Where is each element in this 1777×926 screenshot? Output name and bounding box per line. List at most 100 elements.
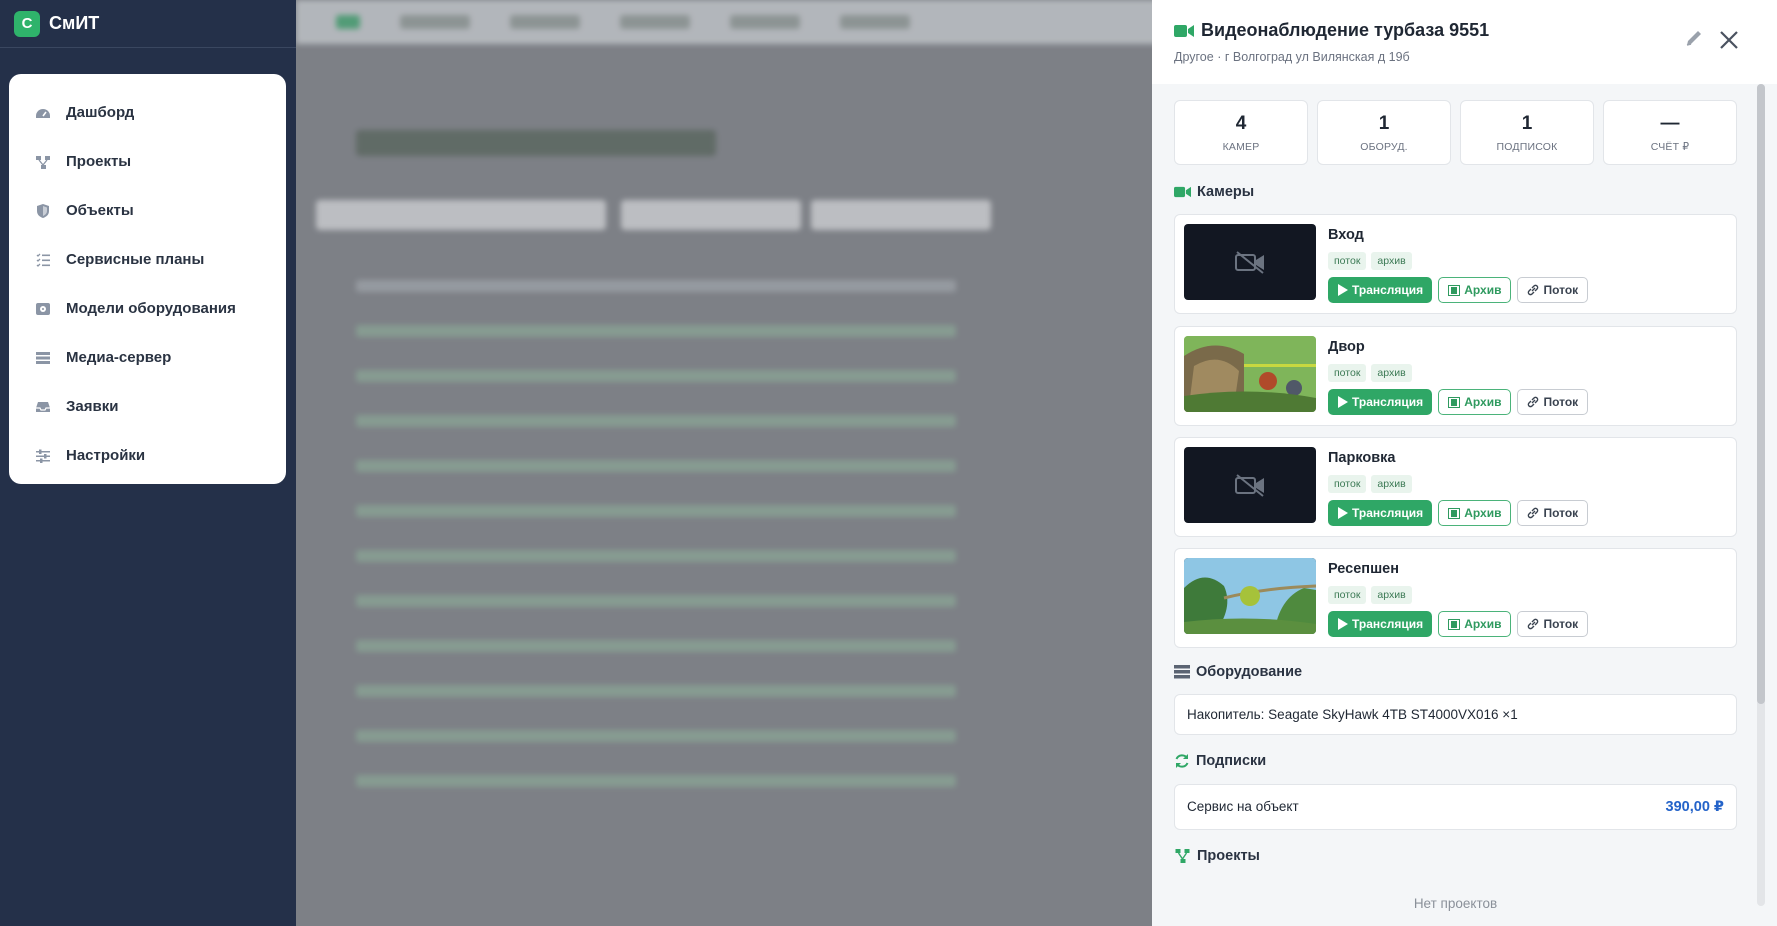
stream-button[interactable]: Поток (1517, 277, 1589, 303)
sidebar-item-label: Объекты (66, 202, 134, 219)
subscription-item: Сервис на объект 390,00 ₽ (1174, 784, 1737, 830)
archive-button[interactable]: Архив (1438, 389, 1512, 415)
button-label: Архив (1464, 395, 1502, 409)
sidebar-item-label: Медиа-сервер (66, 349, 172, 366)
camera-preview-empty[interactable] (1184, 224, 1316, 300)
stat-cameras: 4 КАМЕР (1174, 100, 1308, 165)
sidebar-item-equipment-models[interactable]: Модели оборудования (9, 284, 286, 333)
sidebar-item-media-server[interactable]: Медиа-сервер (9, 333, 286, 382)
subscription-name: Сервис на объект (1187, 799, 1299, 814)
stream-button[interactable]: Поток (1517, 611, 1589, 637)
stats-row: 4 КАМЕР 1 ОБОРУД. 1 ПОДПИСОК — СЧЁТ ₽ (1174, 100, 1737, 165)
app-logo: С (14, 10, 40, 37)
blurred-row (356, 370, 956, 382)
live-button[interactable]: Трансляция (1328, 277, 1433, 303)
button-label: Архив (1464, 617, 1502, 631)
sidebar-menu: Дашборд Проекты Объекты Сервисные планы … (9, 74, 286, 484)
sidebar-item-objects[interactable]: Объекты (9, 186, 286, 235)
cameras-section-title: Камеры (1174, 184, 1254, 200)
play-icon (1338, 284, 1348, 296)
tag-stream: поток (1328, 475, 1367, 493)
camera-preview-image[interactable] (1184, 336, 1316, 412)
app-name: СмИТ (49, 13, 100, 33)
button-label: Поток (1543, 506, 1579, 520)
stat-label: СЧЁТ ₽ (1650, 141, 1690, 153)
archive-button[interactable]: Архив (1438, 277, 1512, 303)
button-label: Трансляция (1352, 617, 1424, 631)
video-off-icon (1235, 251, 1264, 274)
camera-card: Вход поток архив Трансляция Архив Поток (1174, 214, 1737, 314)
button-label: Архив (1464, 506, 1502, 520)
gauge-icon (36, 108, 50, 118)
panel-subtitle: Другое · г Волгоград ул Вилянская д 19б (1174, 50, 1410, 64)
blurred-row (356, 280, 956, 292)
blurred-row (356, 640, 956, 652)
play-icon (1338, 396, 1348, 408)
preview-scene (1184, 558, 1316, 634)
video-off-icon (1235, 474, 1264, 497)
blurred-title (356, 130, 716, 156)
live-button[interactable]: Трансляция (1328, 389, 1433, 415)
sidebar-item-label: Модели оборудования (66, 300, 236, 317)
sidebar-item-label: Настройки (66, 447, 146, 464)
blurred-row (356, 325, 956, 337)
equipment-section-title: Оборудование (1174, 664, 1302, 680)
sidebar-item-settings[interactable]: Настройки (9, 431, 286, 480)
tag-archive: архив (1371, 586, 1412, 604)
tag-stream: поток (1328, 586, 1367, 604)
button-label: Трансляция (1352, 283, 1424, 297)
camera-preview-empty[interactable] (1184, 447, 1316, 523)
blurred-row (356, 775, 956, 787)
camera-name: Ресепшен (1328, 561, 1399, 577)
blurred-filter (811, 200, 991, 230)
stream-button[interactable]: Поток (1517, 500, 1589, 526)
brand[interactable]: С СмИТ (0, 0, 296, 48)
film-icon (1448, 618, 1461, 630)
section-title-text: Камеры (1197, 184, 1255, 200)
sidebar-item-projects[interactable]: Проекты (9, 137, 286, 186)
edit-icon[interactable] (1683, 28, 1705, 50)
stat-label: ПОДПИСОК (1496, 141, 1558, 153)
blurred-row (356, 730, 956, 742)
stream-button[interactable]: Поток (1517, 389, 1589, 415)
camera-name: Двор (1328, 339, 1365, 355)
hdd-icon (36, 302, 50, 315)
archive-button[interactable]: Архив (1438, 500, 1512, 526)
sidebar-item-label: Заявки (66, 398, 119, 415)
list-check-icon (36, 253, 50, 267)
sidebar-item-dashboard[interactable]: Дашборд (9, 88, 286, 137)
archive-button[interactable]: Архив (1438, 611, 1512, 637)
sidebar-item-requests[interactable]: Заявки (9, 382, 286, 431)
button-label: Архив (1464, 283, 1502, 297)
equipment-item: Накопитель: Seagate SkyHawk 4TB ST4000VX… (1174, 694, 1737, 735)
blurred-row (356, 685, 956, 697)
tag-archive: архив (1371, 475, 1412, 493)
stat-value: — (1660, 113, 1680, 134)
camera-card: Двор поток архив Трансляция Архив Поток (1174, 326, 1737, 426)
subscription-price: 390,00 ₽ (1665, 799, 1724, 815)
subscriptions-section-title: Подписки (1174, 753, 1266, 769)
project-tree-icon (36, 155, 50, 169)
stat-equipment: 1 ОБОРУД. (1317, 100, 1451, 165)
stat-subscriptions: 1 ПОДПИСОК (1460, 100, 1594, 165)
server-icon (1174, 665, 1190, 679)
stat-label: ОБОРУД. (1360, 141, 1408, 153)
video-camera-icon (1174, 24, 1194, 37)
camera-preview-image[interactable] (1184, 558, 1316, 634)
link-icon (1528, 507, 1539, 519)
tag-archive: архив (1371, 252, 1412, 270)
play-icon (1338, 618, 1348, 630)
video-camera-icon (1174, 186, 1191, 198)
panel-scrollbar-thumb[interactable] (1757, 84, 1765, 704)
live-button[interactable]: Трансляция (1328, 500, 1433, 526)
stat-value: 1 (1378, 113, 1390, 134)
stat-label: КАМЕР (1222, 141, 1260, 153)
button-label: Трансляция (1352, 506, 1424, 520)
projects-empty-state: Нет проектов (1413, 896, 1498, 911)
film-icon (1448, 284, 1461, 296)
sidebar-item-service-plans[interactable]: Сервисные планы (9, 235, 286, 284)
stat-account: — СЧЁТ ₽ (1603, 100, 1737, 165)
live-button[interactable]: Трансляция (1328, 611, 1433, 637)
close-icon[interactable] (1717, 28, 1741, 52)
panel-header: Видеонаблюдение турбаза 9551 Другое · г … (1152, 0, 1777, 84)
